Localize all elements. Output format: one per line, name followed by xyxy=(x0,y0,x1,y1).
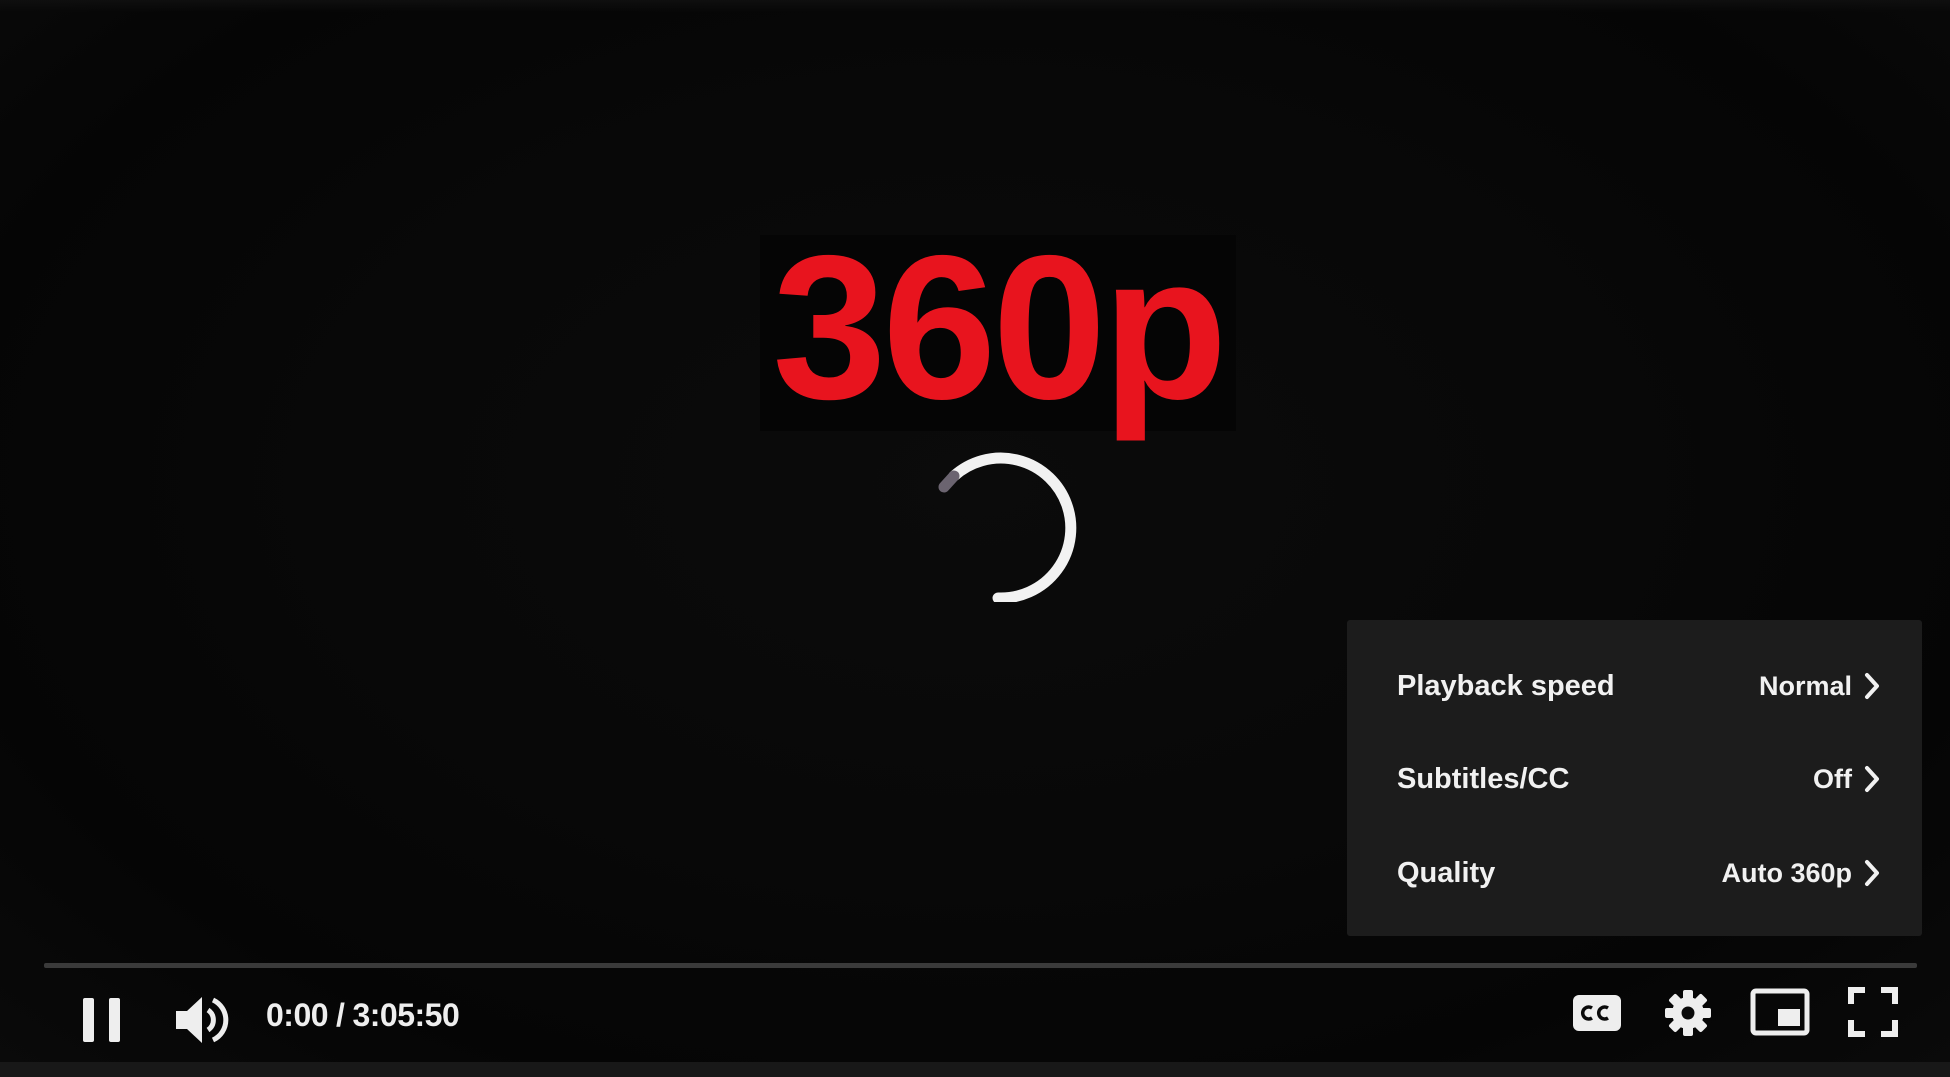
video-player[interactable]: 360p Playback speed Normal Subtitles/CC … xyxy=(0,0,1950,1077)
pause-icon[interactable] xyxy=(80,996,124,1044)
control-bar: 0:00/3:05:50 xyxy=(0,975,1950,1065)
chevron-right-icon xyxy=(1865,766,1879,792)
chevron-right-icon xyxy=(1865,860,1879,886)
screen-edge xyxy=(0,0,1950,12)
menu-item-quality[interactable]: Quality Auto 360p xyxy=(1347,833,1922,913)
duration: 3:05:50 xyxy=(352,997,460,1033)
menu-item-subtitles[interactable]: Subtitles/CC Off xyxy=(1347,739,1922,819)
chevron-right-icon xyxy=(1865,673,1879,699)
menu-item-playback-speed[interactable]: Playback speed Normal xyxy=(1347,646,1922,726)
settings-gear-icon[interactable] xyxy=(1664,989,1712,1037)
current-time: 0:00 xyxy=(266,997,329,1033)
menu-item-label: Subtitles/CC xyxy=(1397,762,1570,795)
progress-bar[interactable] xyxy=(44,963,1917,968)
quality-overlay-text: 360p xyxy=(772,212,1227,442)
time-separator: / xyxy=(336,997,345,1033)
fullscreen-icon[interactable] xyxy=(1848,987,1898,1037)
loading-spinner-icon xyxy=(938,452,1077,602)
time-display: 0:00/3:05:50 xyxy=(266,997,460,1034)
menu-item-value: Off xyxy=(1813,763,1852,794)
menu-item-label: Playback speed xyxy=(1397,669,1615,702)
quality-overlay-badge: 360p xyxy=(760,225,1236,431)
miniplayer-icon[interactable] xyxy=(1750,987,1810,1037)
subtitles-cc-icon[interactable] xyxy=(1572,992,1622,1034)
menu-item-label: Quality xyxy=(1397,856,1496,889)
screen-bottom-edge xyxy=(0,1062,1950,1077)
settings-menu: Playback speed Normal Subtitles/CC Off Q… xyxy=(1347,620,1922,936)
volume-icon[interactable] xyxy=(174,993,232,1047)
menu-item-value: Auto 360p xyxy=(1721,857,1852,888)
menu-item-value: Normal xyxy=(1758,670,1852,701)
